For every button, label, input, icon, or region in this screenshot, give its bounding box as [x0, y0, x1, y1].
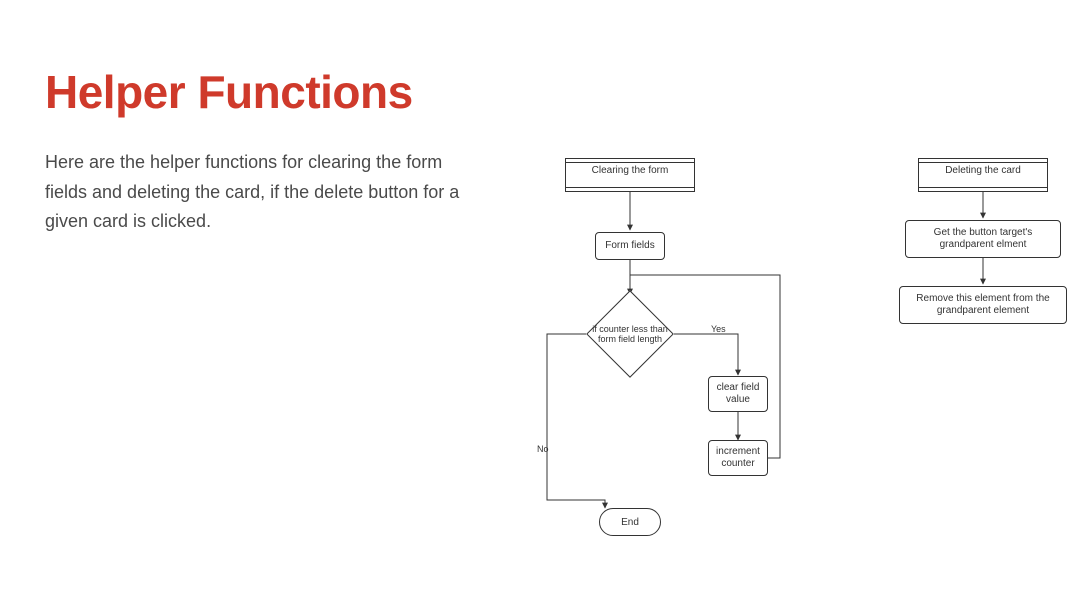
flow2-grandparent: Get the button target's grandparent elme…	[905, 220, 1061, 258]
flow1-end: End	[599, 508, 661, 536]
flow1-edge-yes: Yes	[711, 324, 726, 334]
flow1-start: Clearing the form	[565, 158, 695, 192]
flow2-start: Deleting the card	[918, 158, 1048, 192]
flow2-start-label: Deleting the card	[927, 165, 1039, 178]
slide: Helper Functions Here are the helper fun…	[0, 0, 1076, 605]
flow2-remove: Remove this element from the grandparent…	[899, 286, 1067, 324]
intro-paragraph: Here are the helper functions for cleari…	[45, 148, 465, 237]
flow1-decision: if counter less than form field length	[586, 290, 674, 378]
flow1-decision-label: if counter less than form field length	[586, 290, 674, 378]
slide-title: Helper Functions	[45, 65, 413, 119]
flowchart-deleting-card: Deleting the card Get the button target'…	[895, 150, 1075, 370]
flow1-increment-counter: increment counter	[708, 440, 768, 476]
flow1-edge-no: No	[537, 444, 549, 454]
flow1-start-label: Clearing the form	[574, 165, 686, 178]
flow1-clear-field: clear field value	[708, 376, 768, 412]
flow1-form-fields: Form fields	[595, 232, 665, 260]
flowchart-clearing-form: Clearing the form Form fields if counter…	[535, 150, 785, 570]
